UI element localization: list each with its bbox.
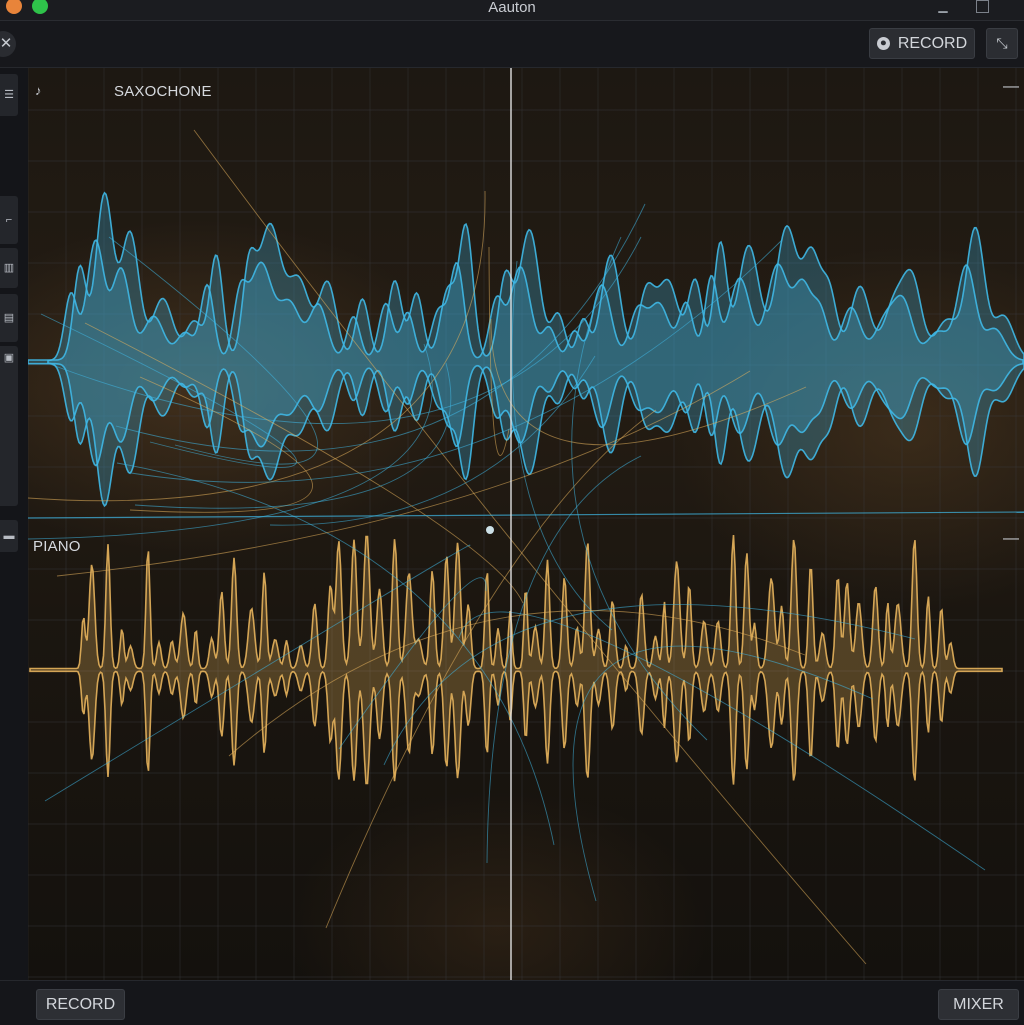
- menu-icon[interactable]: ☰: [0, 74, 18, 116]
- monitor-icon[interactable]: ▬: [0, 520, 18, 552]
- maximize-icon[interactable]: [976, 0, 989, 13]
- track-label-saxophone: SAXOCHONE: [114, 83, 212, 100]
- app-title: Aauton: [488, 0, 536, 16]
- saxophone-icon: ♪: [35, 83, 42, 98]
- edit-icon[interactable]: ⌐: [0, 196, 18, 244]
- piano-waveform: [29, 535, 1003, 785]
- mixer-button[interactable]: MIXER: [938, 989, 1019, 1020]
- arrangement-canvas[interactable]: ♪ SAXOCHONE — PIANO —: [28, 68, 1024, 980]
- title-bar: Aauton ▁: [0, 0, 1024, 21]
- record-button-label: RECORD: [897, 34, 968, 52]
- clipboard-icon[interactable]: ▤: [0, 294, 18, 342]
- record-button[interactable]: RECORD: [36, 989, 125, 1020]
- close-icon[interactable]: ✕: [0, 31, 16, 57]
- toolbar: ✕ ⏺ RECORD ⤡: [0, 21, 1024, 68]
- bottom-bar: RECORD MIXER: [0, 980, 1024, 1025]
- piano-keys-icon[interactable]: ▥: [0, 248, 18, 288]
- minimize-icon[interactable]: ▁: [936, 0, 950, 14]
- collapse-saxophone-icon[interactable]: —: [1003, 79, 1019, 95]
- cursor-tool-icon[interactable]: ⤡: [986, 28, 1018, 59]
- track-label-piano: PIANO: [33, 538, 81, 555]
- routing-line: [28, 511, 1024, 519]
- waveform-view: [28, 68, 1024, 980]
- signal-thread: [572, 645, 874, 902]
- device-icon[interactable]: ▣: [0, 346, 18, 506]
- collapse-piano-icon[interactable]: —: [1003, 531, 1019, 547]
- signal-node: [486, 526, 494, 534]
- record-icon: ⏺: [876, 37, 890, 50]
- record-button-top[interactable]: ⏺ RECORD: [869, 28, 975, 59]
- left-rail: ☰ ⌐ ▥ ▤ ▣ ▬: [0, 68, 29, 980]
